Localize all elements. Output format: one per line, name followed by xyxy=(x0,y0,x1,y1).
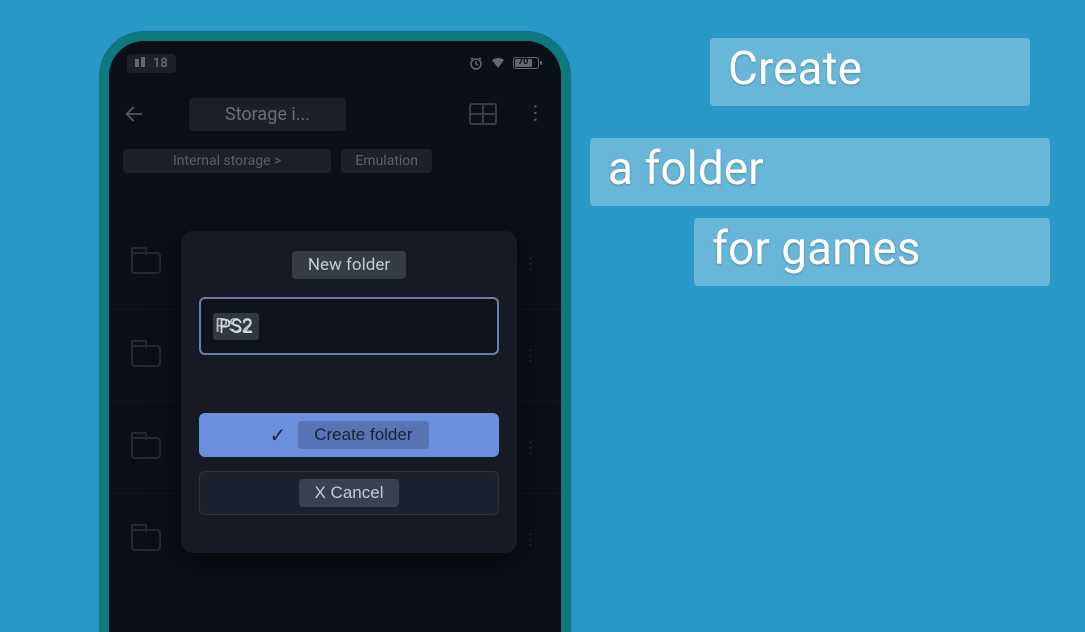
battery-icon: 70 xyxy=(513,57,539,69)
battery-text: 70 xyxy=(518,57,528,67)
row-more-icon[interactable]: ⋯ xyxy=(522,532,541,548)
check-icon: ✓ xyxy=(269,423,286,448)
status-right: 70 xyxy=(469,56,539,70)
folder-icon xyxy=(131,529,161,551)
more-menu-icon[interactable]: ⋯ xyxy=(524,103,548,125)
create-folder-button[interactable]: ✓ Create folder xyxy=(199,413,499,457)
create-folder-label: Create folder xyxy=(298,421,428,449)
cancel-label: X Cancel xyxy=(299,479,400,507)
wifi-icon xyxy=(491,57,505,69)
back-icon[interactable] xyxy=(123,103,145,125)
app-bar: Storage i... ⋯ xyxy=(109,85,561,143)
folder-icon xyxy=(131,345,161,367)
folder-icon xyxy=(131,252,161,274)
status-time-text: 18 xyxy=(153,56,168,71)
phone-screen: 18 70 Storage i... ⋯ xyxy=(109,41,561,632)
dialog-title-text: New folder xyxy=(292,251,406,279)
caption-line-1: Create xyxy=(710,38,1030,106)
row-more-icon[interactable]: ⋯ xyxy=(522,348,541,364)
alarm-icon xyxy=(469,56,483,70)
folder-name-input[interactable] xyxy=(199,297,499,355)
caption-line-3: for games xyxy=(694,218,1050,286)
status-time: 18 xyxy=(127,54,176,73)
page-title: Storage i... xyxy=(189,98,346,131)
cancel-button[interactable]: X Cancel xyxy=(199,471,499,515)
dialog-title: New folder xyxy=(199,251,499,279)
breadcrumb-emulation[interactable]: Emulation xyxy=(341,149,432,173)
breadcrumb: Internal storage > Emulation xyxy=(109,149,561,173)
status-bar: 18 70 xyxy=(109,41,561,85)
new-folder-dialog: New folder PS2 ✓ Create folder X Cancel xyxy=(181,231,517,553)
breadcrumb-internal-storage[interactable]: Internal storage > xyxy=(123,149,331,173)
row-more-icon[interactable]: ⋯ xyxy=(522,255,541,271)
caption-line-2: a folder xyxy=(590,138,1050,206)
phone-frame: 18 70 Storage i... ⋯ xyxy=(100,32,570,632)
row-more-icon[interactable]: ⋯ xyxy=(522,440,541,456)
grid-view-icon[interactable] xyxy=(469,103,497,125)
status-indicator-icon xyxy=(135,57,147,69)
folder-icon xyxy=(131,437,161,459)
